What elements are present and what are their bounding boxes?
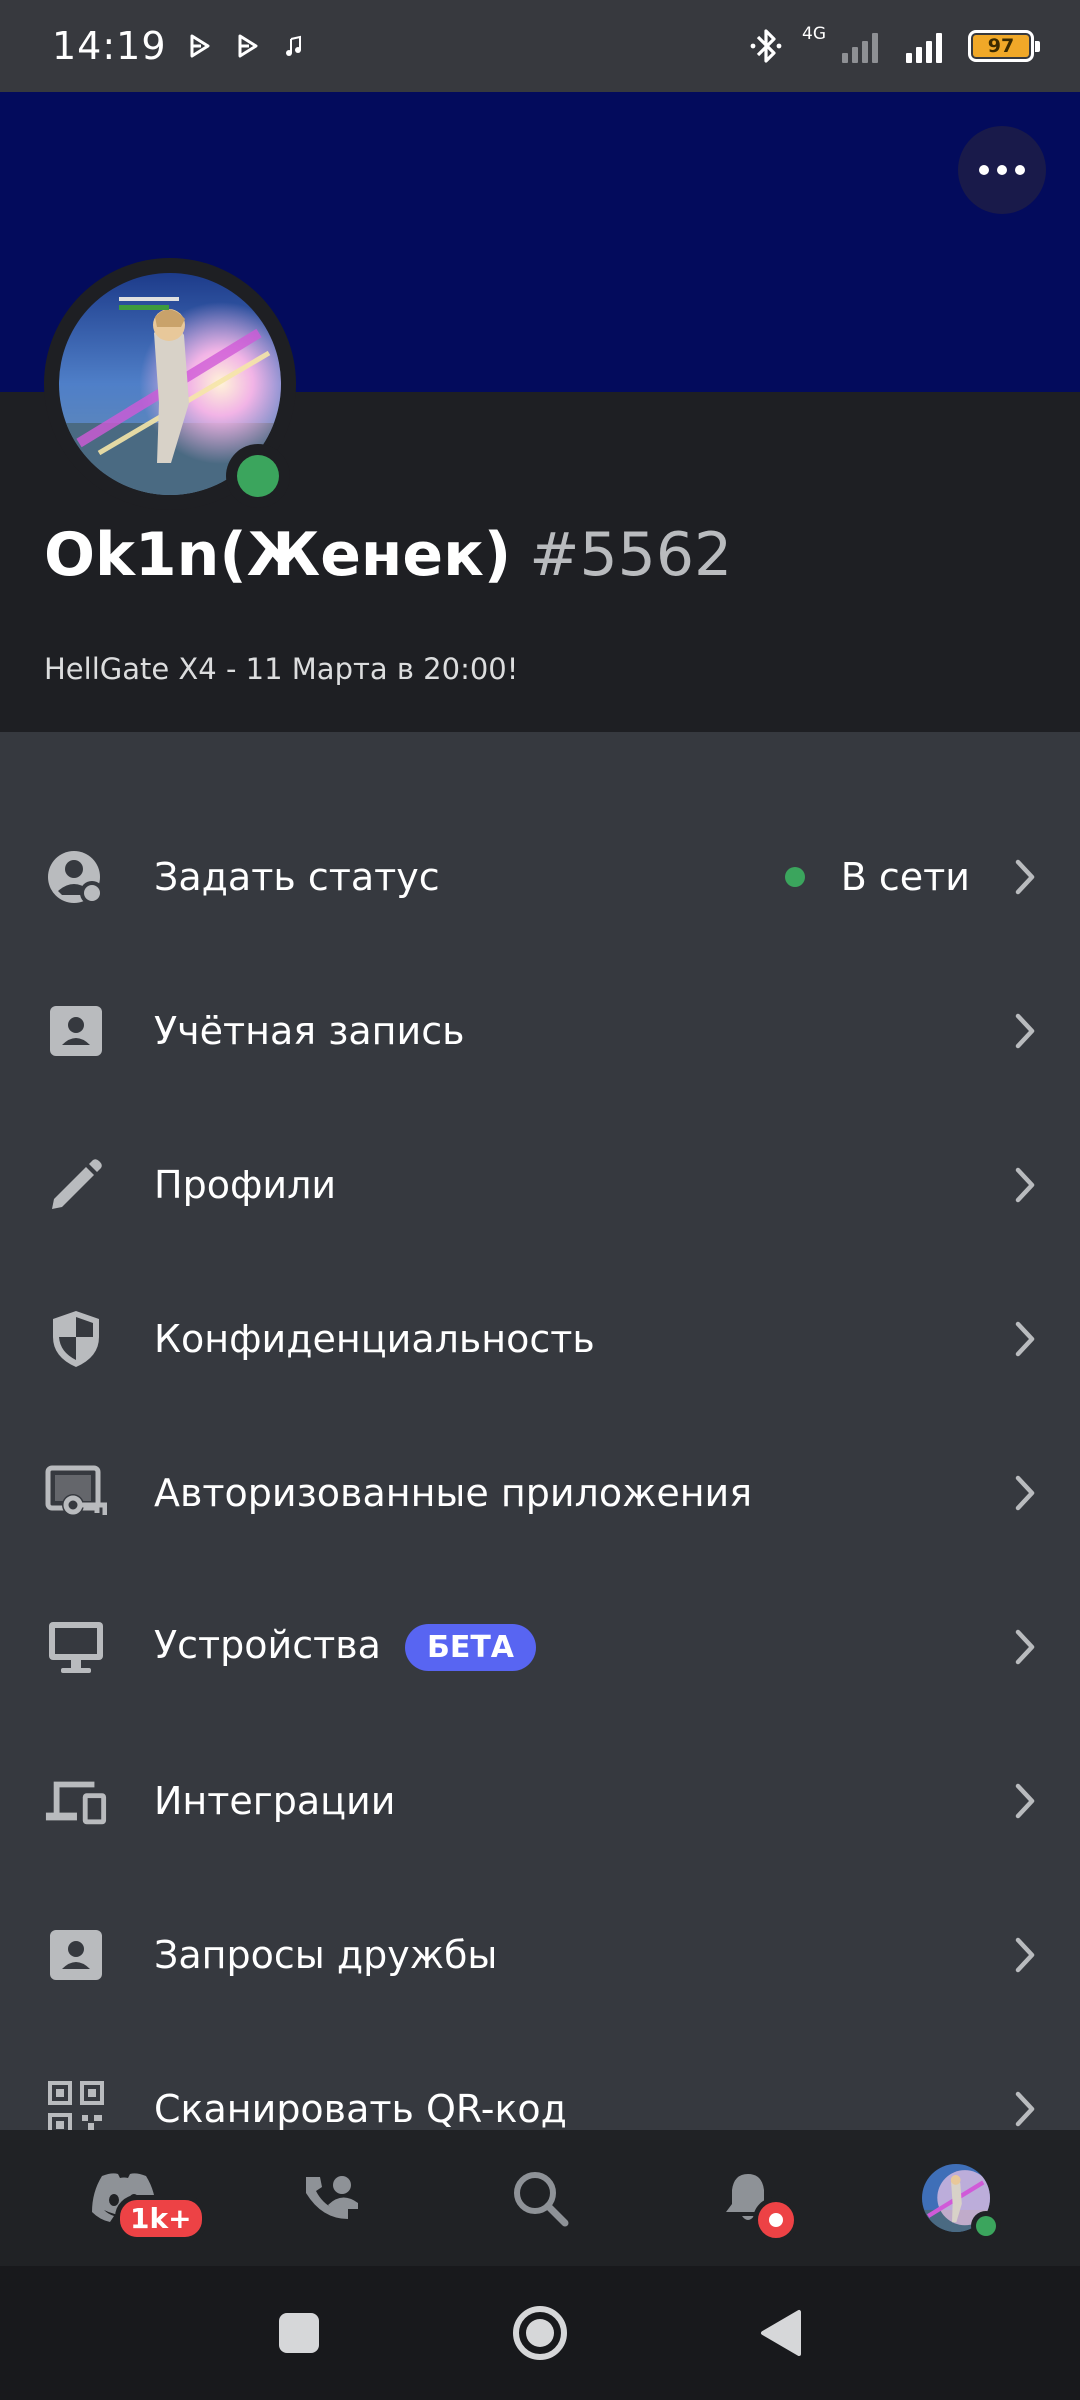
search-icon xyxy=(514,2172,569,2227)
chevron-right-icon xyxy=(1008,1779,1042,1823)
online-dot xyxy=(784,867,805,887)
chevron-right-icon xyxy=(1008,1471,1042,1515)
settings-item-label: Сканировать QR-код xyxy=(154,2087,567,2131)
settings-item-label-text: Устройства xyxy=(154,1623,381,1667)
unread-count-badge: 1k+ xyxy=(115,2195,207,2242)
tab-profile[interactable] xyxy=(901,2143,1011,2253)
more-dots-icon xyxy=(979,165,989,175)
current-status: В сети xyxy=(784,855,970,899)
more-options-button[interactable] xyxy=(958,126,1046,214)
settings-item-integrations[interactable]: Интеграции xyxy=(0,1724,1080,1878)
system-navigation-bar xyxy=(0,2266,1080,2400)
music-note-icon xyxy=(285,35,301,56)
settings-item-label: Устройства БЕТА xyxy=(154,1623,537,1671)
chevron-right-icon xyxy=(1008,1009,1042,1053)
settings-item-friend-requests[interactable]: Запросы дружбы xyxy=(0,1878,1080,2032)
chevron-right-icon xyxy=(1008,2087,1042,2131)
settings-item-profiles[interactable]: Профили xyxy=(0,1108,1080,1262)
settings-item-privacy[interactable]: Конфиденциальность xyxy=(0,1262,1080,1416)
signal-icon xyxy=(906,33,942,63)
more-dots-icon xyxy=(997,165,1007,175)
tab-search[interactable] xyxy=(485,2143,595,2253)
back-icon[interactable] xyxy=(759,2308,803,2358)
settings-item-label: Авторизованные приложения xyxy=(154,1471,753,1515)
system-icons: 4G 97 xyxy=(748,23,1040,66)
notification-icons xyxy=(189,34,303,58)
bottom-navigation: 1k+ xyxy=(0,2130,1080,2266)
status-time: 14:19 xyxy=(52,24,167,68)
battery-level: 97 xyxy=(973,35,1029,57)
beta-badge: БЕТА xyxy=(404,1624,537,1671)
settings-list: Задать статус В сети Учётная запись Проф… xyxy=(0,800,1080,2186)
monitor-icon xyxy=(44,1615,108,1679)
bluetooth-icon xyxy=(750,29,782,63)
network-type: 4G xyxy=(802,23,826,44)
online-dot xyxy=(237,455,279,497)
chevron-right-icon xyxy=(1008,1317,1042,1361)
chevron-right-icon xyxy=(1008,855,1042,899)
settings-item-set-status[interactable]: Задать статус В сети xyxy=(0,800,1080,954)
shield-icon xyxy=(44,1307,108,1371)
settings-item-devices[interactable]: Устройства БЕТА xyxy=(0,1570,1080,1724)
friends-icon xyxy=(306,2176,358,2219)
authorized-apps-icon xyxy=(44,1461,108,1525)
tab-notifications[interactable] xyxy=(693,2143,803,2253)
devices-icon xyxy=(44,1769,108,1833)
chevron-right-icon xyxy=(1008,1625,1042,1669)
tab-home[interactable]: 1k+ xyxy=(69,2143,207,2253)
play-icon xyxy=(238,34,258,58)
tab-friends[interactable] xyxy=(277,2143,387,2253)
current-status-label: В сети xyxy=(840,855,970,899)
settings-item-label: Запросы дружбы xyxy=(154,1933,498,1977)
signal-icon xyxy=(842,33,878,63)
home-icon[interactable] xyxy=(511,2304,569,2362)
chevron-right-icon xyxy=(1008,1163,1042,1207)
online-dot xyxy=(976,2216,996,2236)
online-status-indicator xyxy=(971,2211,1001,2241)
status-bar: 14:19 4G 97 xyxy=(0,0,1080,92)
pencil-icon xyxy=(44,1153,108,1217)
username: Ok1n(Женек) xyxy=(44,520,512,590)
id-card-icon xyxy=(44,999,108,1063)
id-card-icon xyxy=(44,1923,108,1987)
play-icon xyxy=(190,34,210,58)
screen: 14:19 4G 97 Ok1n(Женек) #5562 HellGate X… xyxy=(0,0,1080,2400)
settings-item-label: Учётная запись xyxy=(154,1009,465,1053)
more-dots-icon xyxy=(1015,165,1025,175)
settings-item-label: Профили xyxy=(154,1163,337,1207)
recent-apps-icon[interactable] xyxy=(277,2311,321,2355)
user-status-icon xyxy=(44,845,108,909)
settings-item-label: Интеграции xyxy=(154,1779,396,1823)
settings-item-label: Конфиденциальность xyxy=(154,1317,595,1361)
notification-badge xyxy=(753,2197,799,2243)
username-line: Ok1n(Женек) #5562 xyxy=(44,520,732,590)
custom-status-text: HellGate X4 - 11 Марта в 20:00! xyxy=(44,652,519,686)
settings-item-label: Задать статус xyxy=(154,855,440,899)
online-status-indicator xyxy=(226,444,290,508)
battery-icon: 97 xyxy=(968,30,1040,62)
chevron-right-icon xyxy=(1008,1933,1042,1977)
discriminator: #5562 xyxy=(529,520,733,590)
settings-item-account[interactable]: Учётная запись xyxy=(0,954,1080,1108)
settings-item-authorized-apps[interactable]: Авторизованные приложения xyxy=(0,1416,1080,1570)
notification-dot xyxy=(769,2213,783,2227)
